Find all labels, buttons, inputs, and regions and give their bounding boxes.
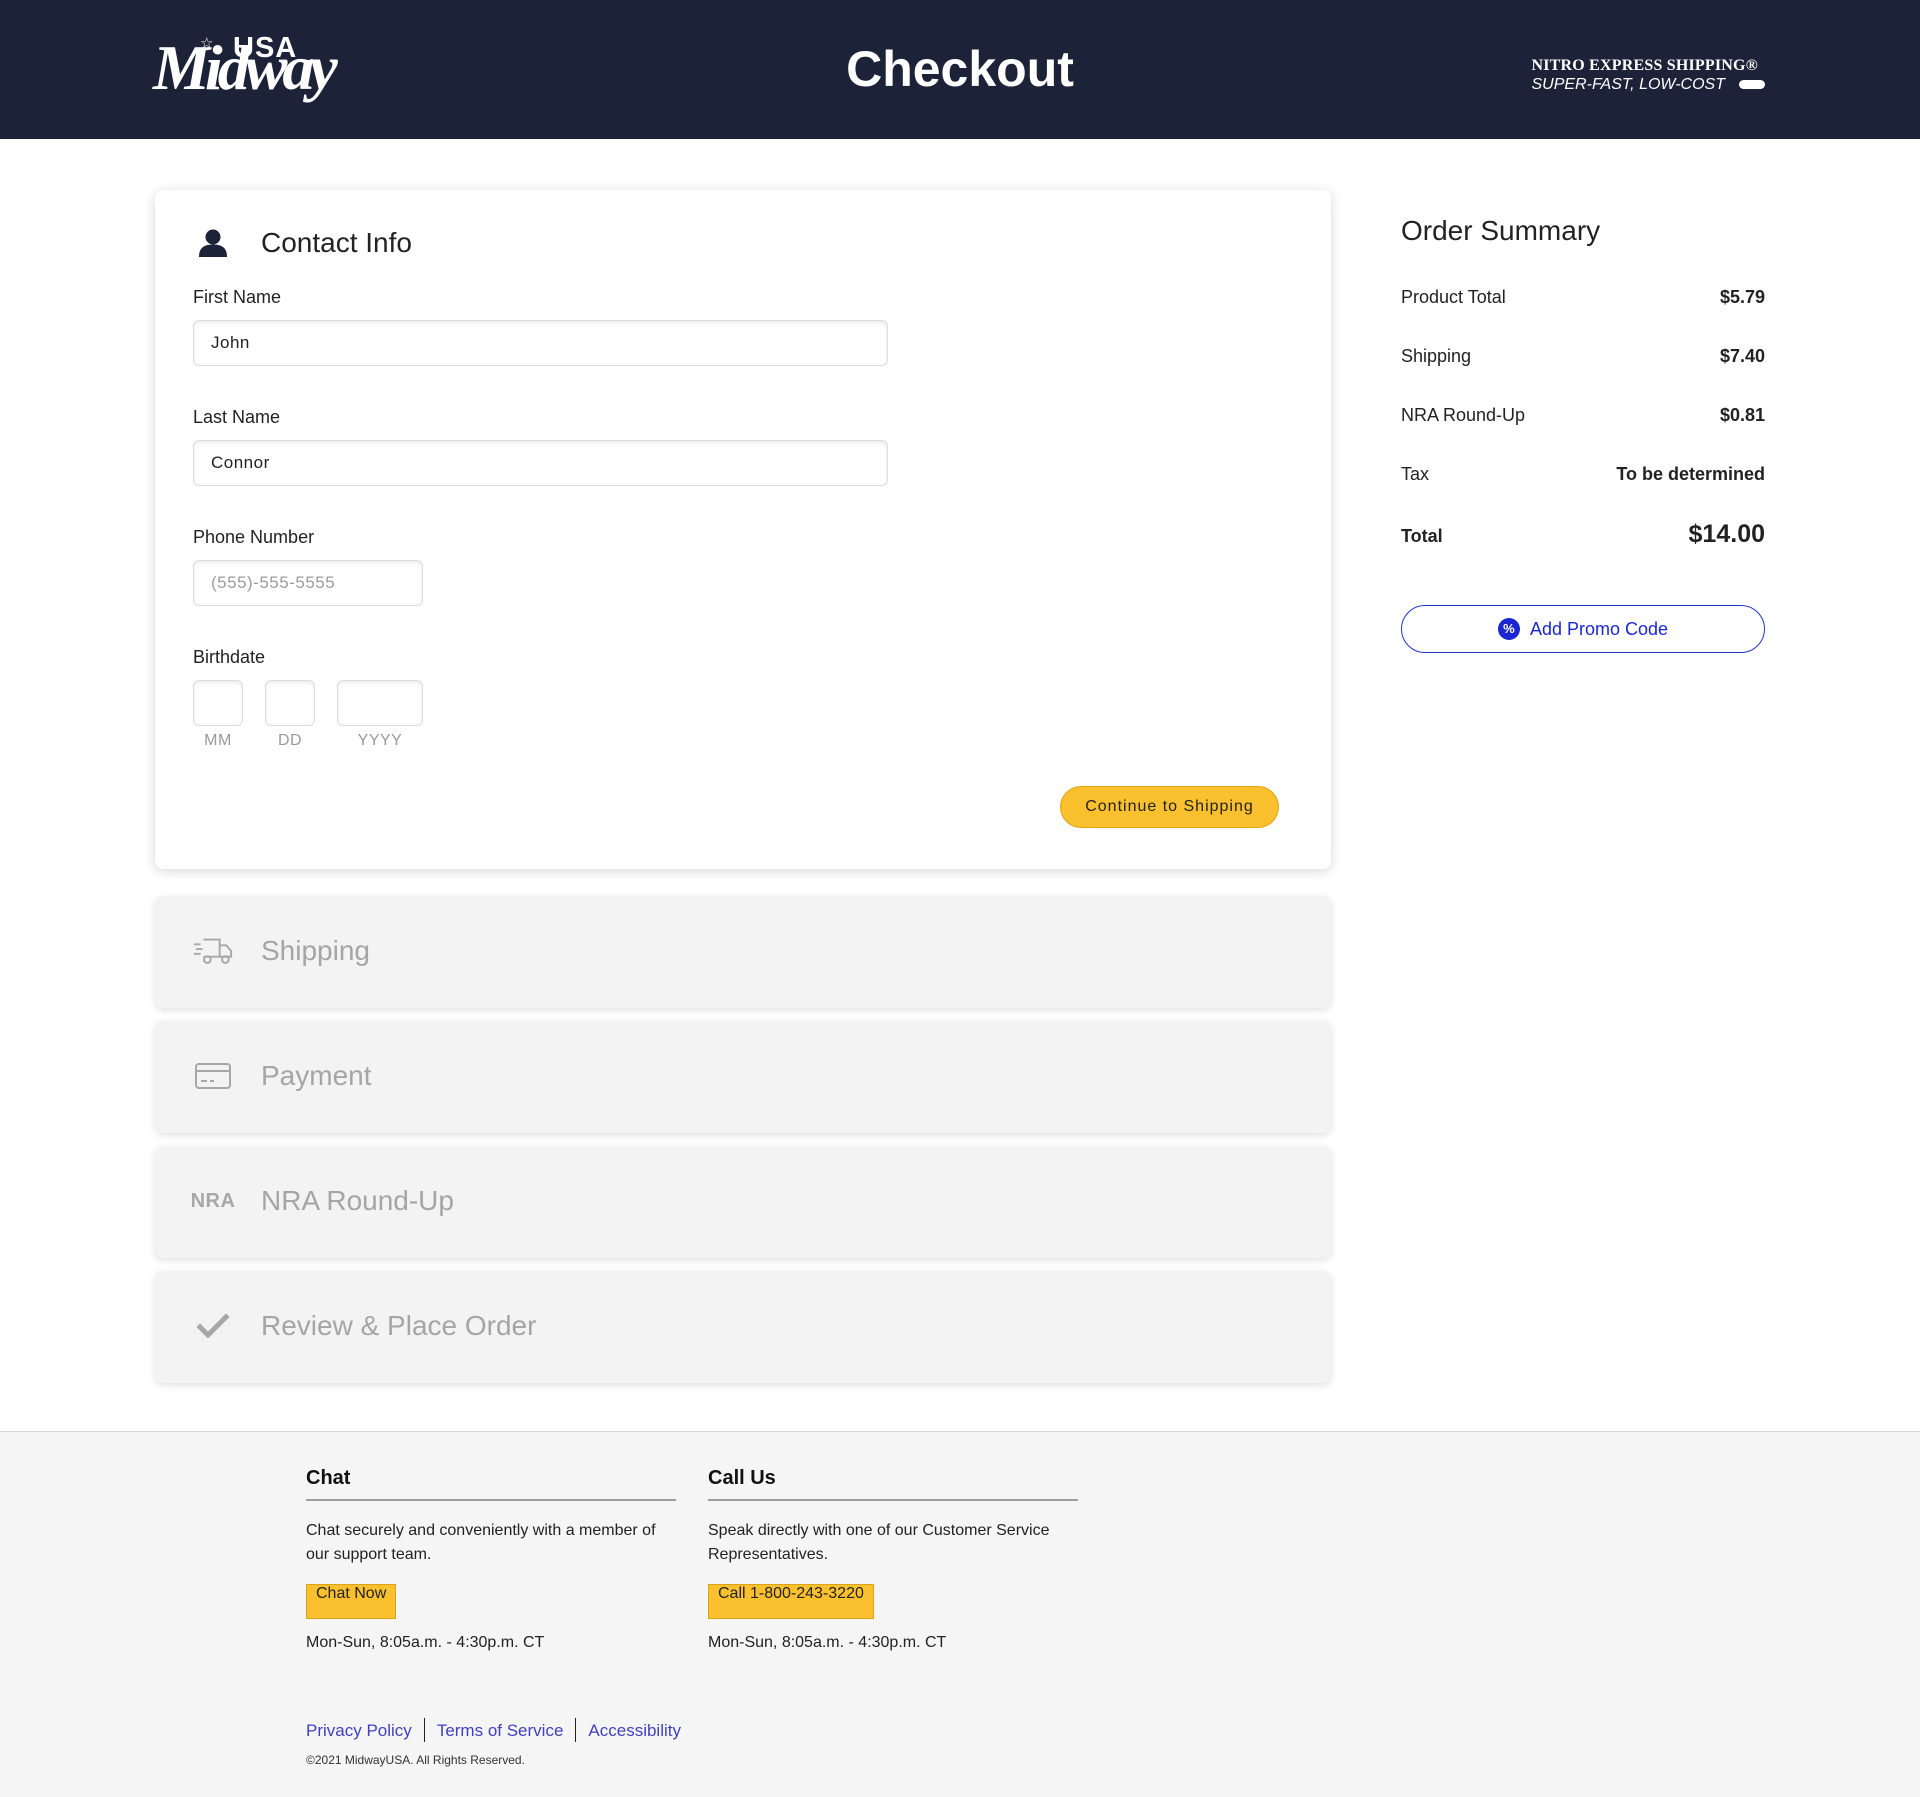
add-promo-code-label: Add Promo Code (1529, 618, 1669, 639)
total-value: $14.00 (1688, 520, 1765, 548)
call-hours: Mon-Sun, 8:05a.m. - 4:30p.m. CT (708, 1634, 947, 1651)
summary-row-shipping: Shipping $7.40 (1401, 347, 1765, 365)
nitro-line1: NITRO EXPRESS SHIPPING® (1531, 57, 1758, 74)
chat-heading: Chat (306, 1466, 676, 1501)
summary-row-nra-roundup: NRA Round-Up $0.81 (1401, 406, 1765, 424)
shipping-step[interactable]: Shipping (155, 896, 1331, 1008)
truck-icon (193, 936, 233, 966)
year-label: YYYY (357, 732, 403, 749)
link-divider (423, 1718, 425, 1742)
day-label: DD (277, 732, 303, 749)
terms-of-service-link[interactable]: Terms of Service (437, 1722, 564, 1739)
shipping-step-header: Shipping (193, 934, 370, 968)
summary-row-label: Product Total (1401, 287, 1506, 307)
accessibility-link[interactable]: Accessibility (588, 1722, 681, 1739)
site-footer: Chat Chat securely and conveniently with… (0, 1431, 1920, 1797)
call-us-heading: Call Us (708, 1466, 1078, 1501)
nitro-shipping-banner: NITRO EXPRESS SHIPPING® SUPER-FAST, LOW-… (1531, 58, 1765, 94)
add-promo-code-button[interactable]: % Add Promo Code (1401, 605, 1765, 653)
summary-row-label: Tax (1401, 464, 1430, 484)
last-name-field[interactable] (193, 440, 888, 486)
chat-section: Chat Chat securely and conveniently with… (306, 1466, 676, 1654)
order-summary-title: Order Summary (1401, 215, 1601, 246)
summary-row-value: $0.81 (1719, 405, 1765, 425)
promo-badge-icon: % (1497, 618, 1520, 640)
chat-description: Chat securely and conveniently with a me… (306, 1522, 656, 1563)
continue-to-shipping-button[interactable]: Continue to Shipping (1060, 786, 1279, 828)
summary-row-value: $5.79 (1719, 287, 1765, 307)
credit-card-icon (193, 1062, 233, 1089)
bullet-icon (1739, 80, 1765, 90)
nitro-line2: SUPER-FAST, LOW-COST (1531, 76, 1765, 94)
summary-row-tax: Tax To be determined (1401, 465, 1765, 483)
summary-row-value: $7.40 (1719, 346, 1765, 366)
contact-info-title: Contact Info (261, 227, 412, 258)
contact-info-card: Contact Info First Name Last Name Phone … (155, 190, 1331, 869)
review-step-title: Review & Place Order (261, 1310, 537, 1341)
site-header: ☆ USA Midway Checkout NITRO EXPRESS SHIP… (0, 0, 1920, 139)
birthdate-label: Birthdate (193, 647, 266, 667)
payment-step[interactable]: Payment (155, 1021, 1331, 1133)
payment-step-header: Payment (193, 1059, 372, 1093)
first-name-field[interactable] (193, 320, 888, 366)
nra-roundup-step-title: NRA Round-Up (261, 1185, 454, 1216)
last-name-label: Last Name (193, 407, 281, 427)
summary-row-product-total: Product Total $5.79 (1401, 288, 1765, 306)
chat-now-button[interactable]: Chat Now (306, 1584, 397, 1619)
birth-day-field[interactable] (265, 680, 315, 726)
month-label: MM (204, 732, 232, 749)
order-summary: Order Summary Product Total $5.79 Shippi… (1401, 214, 1765, 653)
person-icon (193, 229, 233, 257)
nra-icon: NRA (190, 1189, 236, 1212)
call-us-description: Speak directly with one of our Customer … (708, 1522, 1050, 1563)
nra-roundup-step[interactable]: NRA NRA Round-Up (155, 1146, 1331, 1258)
phone-number-label: Phone Number (193, 527, 315, 547)
copyright-text: ©2021 MidwayUSA. All Rights Reserved. (306, 1753, 525, 1767)
birth-month-field[interactable] (193, 680, 243, 726)
shipping-step-title: Shipping (261, 935, 370, 966)
link-divider (575, 1718, 577, 1742)
summary-row-label: Shipping (1401, 346, 1472, 366)
checkmark-icon (193, 1313, 233, 1339)
nra-roundup-step-header: NRA NRA Round-Up (190, 1184, 454, 1218)
privacy-policy-link[interactable]: Privacy Policy (306, 1722, 412, 1739)
phone-number-field[interactable] (193, 560, 423, 606)
nra-icon-text: NRA (190, 1189, 236, 1212)
summary-row-label: NRA Round-Up (1401, 405, 1526, 425)
payment-step-title: Payment (261, 1060, 372, 1091)
birth-year-field[interactable] (337, 680, 423, 726)
first-name-label: First Name (193, 287, 282, 307)
review-step[interactable]: Review & Place Order (155, 1271, 1331, 1383)
total-label: Total (1401, 526, 1443, 546)
call-us-section: Call Us Speak directly with one of our C… (708, 1466, 1078, 1654)
summary-row-value: To be determined (1616, 464, 1765, 484)
footer-links: Privacy Policy Terms of Service Accessib… (306, 1718, 681, 1742)
nitro-line2-text: SUPER-FAST, LOW-COST (1531, 76, 1725, 93)
contact-info-header: Contact Info (193, 226, 412, 260)
call-phone-button[interactable]: Call 1-800-243-3220 (708, 1584, 874, 1619)
chat-hours: Mon-Sun, 8:05a.m. - 4:30p.m. CT (306, 1634, 545, 1651)
review-step-header: Review & Place Order (193, 1309, 536, 1343)
summary-row-total: Total $14.00 (1401, 522, 1765, 547)
